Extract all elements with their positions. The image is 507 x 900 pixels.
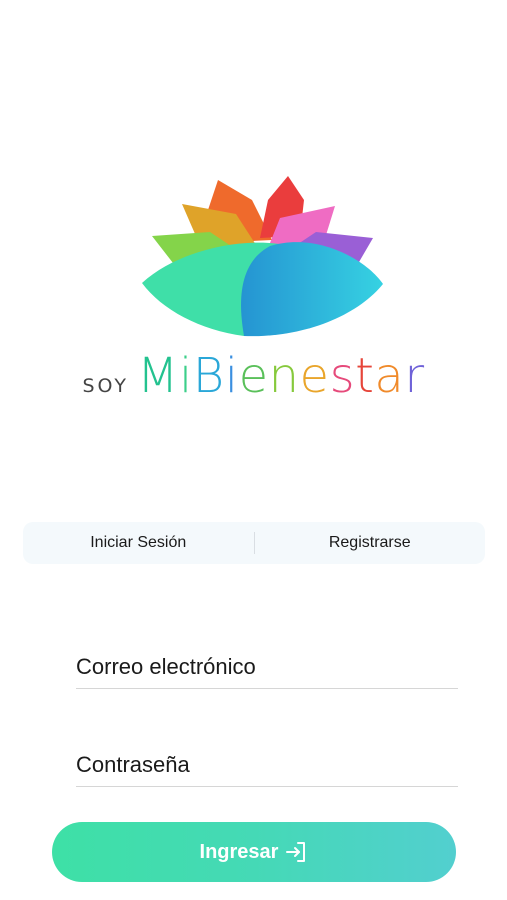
login-button-label: Ingresar [199,840,279,863]
brand-letter: e [299,348,330,404]
brand-letter: a [374,348,405,404]
brand-name: MiBienestar [137,352,425,400]
brand-letter: i [178,348,193,404]
brand-letter: t [355,348,375,404]
lotus-logo-icon [142,176,383,337]
tab-register[interactable]: Registrarse [255,522,486,564]
tab-login[interactable]: Iniciar Sesión [23,522,254,564]
login-button[interactable]: Ingresar [52,822,456,882]
email-field[interactable] [76,654,458,680]
brand-letter: i [224,348,239,404]
login-arrow-icon [286,842,306,862]
brand-wordmark: SOY MiBienestar [0,352,507,400]
brand-letter: M [137,348,179,404]
brand-letter: B [192,348,225,404]
brand-letter: s [329,348,356,404]
brand-letter: n [268,348,300,404]
email-field-container [76,632,458,689]
brand-prefix: SOY [82,375,130,397]
auth-tabs: Iniciar Sesión Registrarse [23,522,485,564]
password-field[interactable] [76,752,458,778]
brand-letter: e [238,348,269,404]
brand-letter: r [404,348,425,404]
password-field-container [76,730,458,787]
